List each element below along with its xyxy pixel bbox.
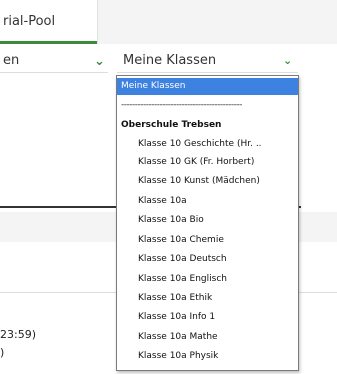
dropdown-option[interactable]: Klasse 10a Chemie <box>117 232 298 249</box>
filter-select-left[interactable]: en ⌄ <box>0 50 108 73</box>
chevron-down-icon: ⌄ <box>283 54 293 67</box>
dropdown-group-label: Oberschule Trebsen <box>121 120 222 130</box>
dropdown-option[interactable]: Klasse 10a Mathe <box>117 329 298 346</box>
divider <box>0 292 116 293</box>
filter-left-value: en <box>3 53 20 68</box>
tab-material-pool[interactable]: rial-Pool <box>0 0 98 44</box>
dropdown-option[interactable]: Klasse 10a <box>117 193 298 210</box>
dropdown-option[interactable]: Klasse 10a Bio <box>117 212 298 229</box>
class-dropdown-list[interactable]: Meine Klassen --------------------------… <box>116 75 299 371</box>
section-band <box>297 212 337 242</box>
dropdown-option[interactable]: Klasse 10a Englisch <box>117 271 298 288</box>
chevron-down-icon: ⌄ <box>94 54 105 69</box>
deadline-text: ) <box>0 346 5 359</box>
dropdown-option[interactable]: Klasse 10a Ethik <box>117 290 298 307</box>
tab-label: rial-Pool <box>3 14 56 29</box>
dropdown-option[interactable]: Klasse 10 GK (Fr. Horbert) <box>117 154 298 171</box>
tab-bar: rial-Pool <box>0 0 337 44</box>
dropdown-option[interactable]: Klasse 10a Physik <box>117 348 298 365</box>
active-tab-indicator <box>0 41 97 44</box>
divider <box>0 206 116 208</box>
divider <box>297 292 337 293</box>
class-select-value: Meine Klassen <box>123 53 217 68</box>
dropdown-option-selected[interactable]: Meine Klassen <box>117 78 298 95</box>
dropdown-option[interactable]: Klasse 10a Info 1 <box>117 309 298 326</box>
dropdown-option[interactable]: Klasse 10a Deutsch <box>117 251 298 268</box>
dropdown-separator: ----------------------------------------… <box>121 100 242 110</box>
deadline-text: 23:59) <box>0 328 36 341</box>
class-select[interactable]: Meine Klassen ⌄ <box>117 50 298 73</box>
section-band <box>0 212 116 242</box>
dropdown-option[interactable]: Klasse 10 Geschichte (Hr. .. <box>117 136 298 153</box>
dropdown-option[interactable]: Klasse 10 Kunst (Mädchen) <box>117 173 298 190</box>
